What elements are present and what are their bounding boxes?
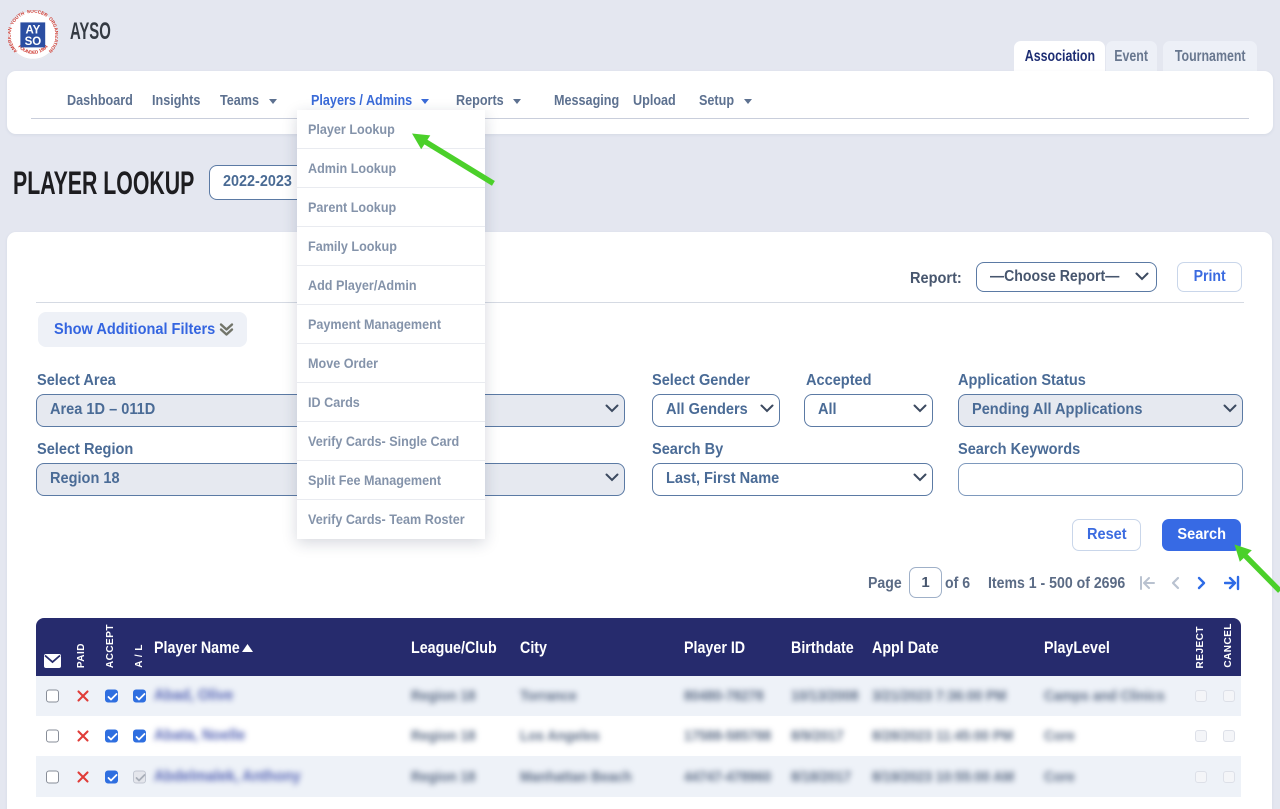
svg-text:AY: AY <box>25 25 40 37</box>
svg-text:SO: SO <box>25 36 42 48</box>
